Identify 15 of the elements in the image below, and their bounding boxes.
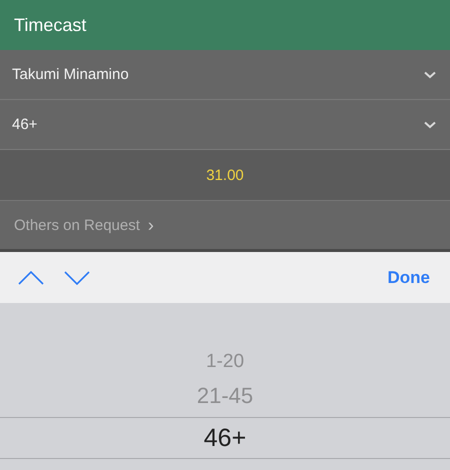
picker-option[interactable]: 21-45 xyxy=(196,383,254,409)
done-button[interactable]: Done xyxy=(388,268,430,288)
header-title: Timecast xyxy=(14,14,86,36)
chevron-down-icon xyxy=(64,270,90,284)
picker-option[interactable]: 1-20 xyxy=(206,351,244,373)
chevron-right-icon: › xyxy=(148,214,154,236)
select-value: Takumi Minamino xyxy=(12,66,129,83)
odds-value: 31.00 xyxy=(206,166,244,184)
chevron-down-icon xyxy=(424,120,436,128)
select-value: 46+ xyxy=(12,116,38,133)
chevron-up-icon xyxy=(18,270,44,284)
picker-option[interactable]: 46+ xyxy=(204,424,246,452)
next-button[interactable] xyxy=(64,270,90,284)
chevron-down-icon xyxy=(424,70,436,78)
previous-button[interactable] xyxy=(18,270,44,284)
